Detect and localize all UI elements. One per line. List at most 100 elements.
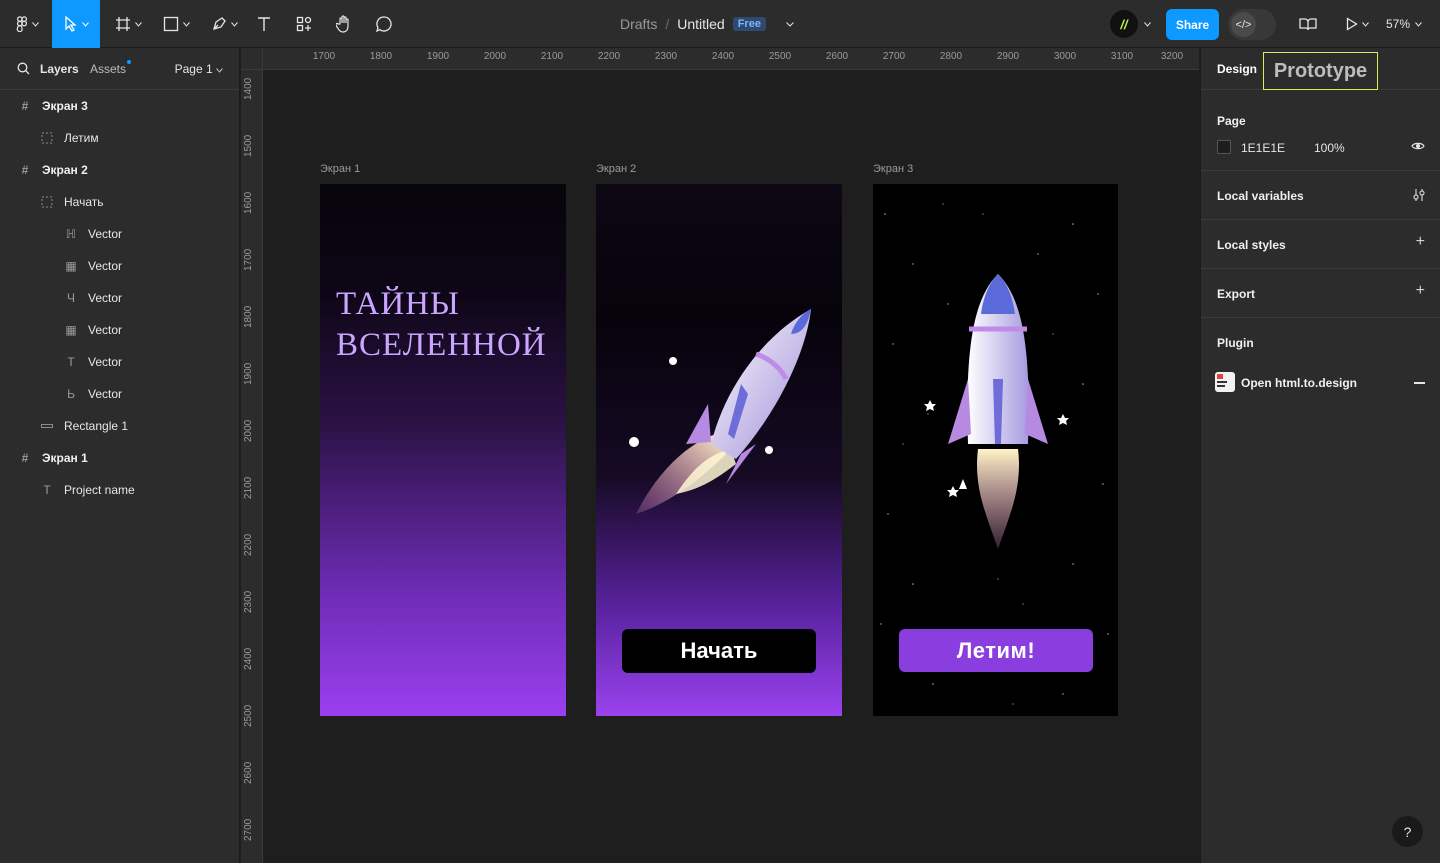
layer-item[interactable]: ▦ Vector [0,314,240,346]
pen-tool-button[interactable] [204,0,244,48]
zoom-control[interactable]: 57% [1386,0,1422,48]
pen-icon [212,17,226,30]
layer-label: Vector [88,355,123,369]
avatar[interactable]: // [1110,10,1138,38]
ruler-tick: 3100 [1110,51,1134,62]
help-button[interactable]: ? [1392,816,1423,847]
layer-item[interactable]: # Экран 1 [0,442,240,474]
layer-item[interactable]: T Project name [0,474,240,506]
library-button[interactable] [1296,0,1320,48]
ruler-tick: 1700 [243,248,254,271]
layer-item[interactable]: # Экран 2 [0,154,240,186]
screen-3-frame[interactable]: Летим! [873,184,1118,716]
page-heading: Page [1217,114,1246,128]
local-variables-heading: Local variables [1217,189,1304,203]
plus-icon[interactable]: + [1416,282,1425,300]
layer-item[interactable]: Начать [0,186,240,218]
tab-assets[interactable]: Assets [90,60,132,76]
page-selector-label: Page 1 [174,62,213,76]
layer-item[interactable]: Ь Vector [0,378,240,410]
chevron-down-icon[interactable] [786,21,794,27]
export-section: Export + [1201,269,1440,318]
vector-icon: T [67,355,75,369]
top-toolbar: Drafts / Untitled Free // Share </> 57% [0,0,1440,48]
chevron-down-icon [81,21,89,27]
tab-prototype[interactable]: Prototype [1263,52,1378,90]
start-button[interactable]: Начать [622,629,816,673]
plugin-section: Plugin Open html.to.design [1201,318,1440,404]
chevron-down-icon [1143,21,1151,27]
ruler-tick: 2700 [882,51,906,62]
local-variables-section: Local variables [1201,171,1440,220]
page-color-swatch[interactable] [1217,140,1231,154]
screen-2-frame[interactable]: Начать [596,184,842,716]
hand-tool-button[interactable] [332,0,356,48]
dev-mode-toggle[interactable]: </> [1228,9,1276,40]
text-icon: T [43,483,51,497]
text-tool-button[interactable] [252,0,276,48]
main-menu-button[interactable] [10,0,44,48]
shape-tool-button[interactable] [156,0,196,48]
page-color-value[interactable]: 1E1E1E [1241,141,1285,155]
layer-label: Project name [64,483,135,497]
tab-layers[interactable]: Layers [40,62,79,76]
frame-tool-button[interactable] [108,0,148,48]
ruler-tick: 3000 [1053,51,1077,62]
plugin-heading: Plugin [1217,336,1254,350]
ruler-tick: 1800 [243,305,254,328]
title-line-1: ТАЙНЫ [336,286,460,322]
layer-label: Экран 1 [42,451,88,465]
project-name-title[interactable]: ТАЙНЫ ВСЕЛЕННОЙ [336,284,547,366]
page-selector[interactable]: Page 1 [175,62,223,76]
notification-dot [127,60,132,64]
search-icon[interactable] [17,62,30,75]
comment-tool-button[interactable] [372,0,396,48]
frame-label-1[interactable]: Экран 1 [320,163,360,175]
share-button[interactable]: Share [1166,9,1219,40]
frame-icon [115,17,130,31]
eye-icon[interactable] [1411,141,1425,151]
cursor-icon [64,16,77,32]
canvas[interactable]: 1700 1800 1900 2000 2100 2200 2300 2400 … [241,48,1199,863]
tab-design[interactable]: Design [1217,62,1257,76]
zoom-level: 57% [1386,17,1411,31]
breadcrumb-drafts[interactable]: Drafts [620,16,657,32]
layer-item[interactable]: ℍ Vector [0,218,240,250]
layer-item[interactable]: Rectangle 1 [0,410,240,442]
plus-icon[interactable]: + [1416,233,1425,251]
ruler-tick: 1400 [243,77,254,100]
layers-panel: Layers Assets Page 1 # Экран 3 Летим # Экр… [0,48,240,863]
comment-icon [375,16,392,33]
chevron-down-icon [31,21,39,27]
layer-label: Экран 3 [42,99,88,113]
play-icon [1346,17,1358,31]
multiplayer-menu[interactable] [1140,0,1154,48]
page-opacity-value[interactable]: 100% [1314,141,1345,155]
layer-item[interactable]: T Vector [0,346,240,378]
ruler-tick: 2300 [654,51,678,62]
plan-badge: Free [732,17,766,31]
file-name[interactable]: Untitled [677,16,724,32]
star-icon [924,400,936,411]
frame-label-2[interactable]: Экран 2 [596,163,636,175]
sliders-icon[interactable] [1413,188,1425,202]
layer-item[interactable]: Летим [0,122,240,154]
ruler-corner [241,48,263,70]
layer-item[interactable]: Ч Vector [0,282,240,314]
chevron-down-icon [216,68,223,73]
plugin-logo-icon [1215,372,1235,392]
move-tool-button[interactable] [52,0,100,48]
frame-label-3[interactable]: Экран 3 [873,163,913,175]
present-button[interactable] [1340,0,1374,48]
minus-icon[interactable] [1414,382,1425,384]
book-icon [1299,18,1317,31]
layer-item[interactable]: ▦ Vector [0,250,240,282]
frame-icon: # [21,451,29,465]
layer-item[interactable]: # Экран 3 [0,90,240,122]
screen-1-frame[interactable]: ТАЙНЫ ВСЕЛЕННОЙ [320,184,566,716]
frame-icon: # [21,163,29,177]
plugin-item[interactable]: Open html.to.design [1241,376,1357,390]
fly-button[interactable]: Летим! [899,629,1093,672]
resources-button[interactable] [292,0,316,48]
star-icons [924,400,1069,497]
